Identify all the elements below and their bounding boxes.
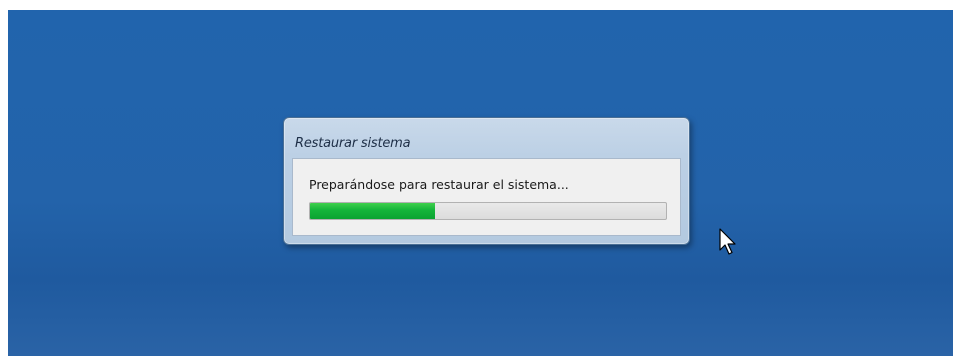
dialog-title: Restaurar sistema xyxy=(295,136,411,151)
status-message: Preparándose para restaurar el sistema..… xyxy=(309,177,569,192)
system-restore-dialog: Restaurar sistema Preparándose para rest… xyxy=(283,117,690,245)
screen-frame: Restaurar sistema Preparándose para rest… xyxy=(0,0,955,356)
mouse-pointer-icon xyxy=(719,228,737,260)
progress-bar xyxy=(309,202,667,220)
dialog-content: Preparándose para restaurar el sistema..… xyxy=(292,158,681,236)
progress-fill xyxy=(310,203,435,219)
